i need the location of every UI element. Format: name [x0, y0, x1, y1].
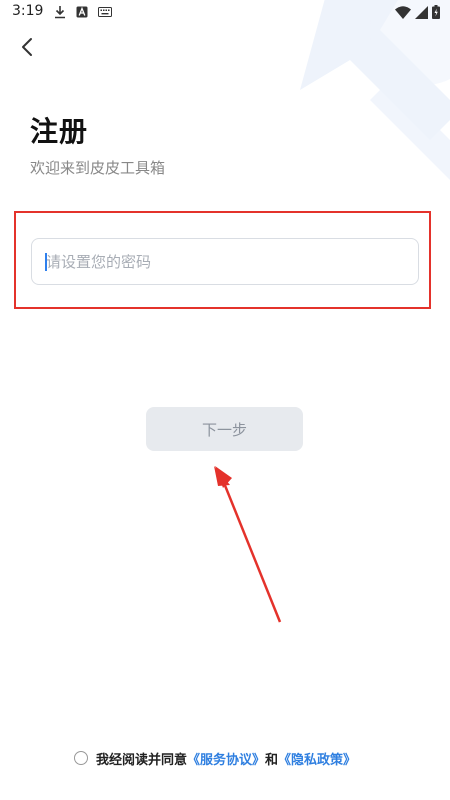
agreement-conjunction: 和: [265, 752, 279, 768]
agree-radio[interactable]: [74, 751, 88, 765]
wifi-icon: [395, 5, 411, 19]
app-a-icon: [76, 6, 88, 18]
download-icon: [55, 6, 65, 19]
page-subtitle: 欢迎来到皮皮工具箱: [30, 159, 166, 177]
status-bar: 3:19: [0, 0, 450, 26]
battery-icon: [432, 5, 440, 19]
privacy-policy-link[interactable]: 《隐私政策》: [278, 749, 356, 768]
wrench-watermark-icon: [300, 0, 450, 180]
chevron-left-icon: [22, 38, 32, 56]
password-input[interactable]: [31, 238, 419, 285]
text-caret: [45, 253, 47, 271]
service-agreement-link[interactable]: 《服务协议》: [187, 749, 265, 768]
agreement-row: 我经阅读并同意 《服务协议》 和 《隐私政策》: [74, 748, 356, 768]
signal-icon: [415, 5, 428, 19]
status-time: 3:19: [12, 3, 44, 19]
back-button[interactable]: [14, 34, 40, 60]
keyboard-icon: [98, 7, 112, 17]
status-right-icons: [395, 5, 440, 19]
status-left-icons: [54, 5, 112, 19]
agreement-prefix: 我经阅读并同意: [96, 752, 188, 768]
page-title: 注册: [30, 115, 89, 148]
next-step-button[interactable]: 下一步: [146, 407, 303, 451]
